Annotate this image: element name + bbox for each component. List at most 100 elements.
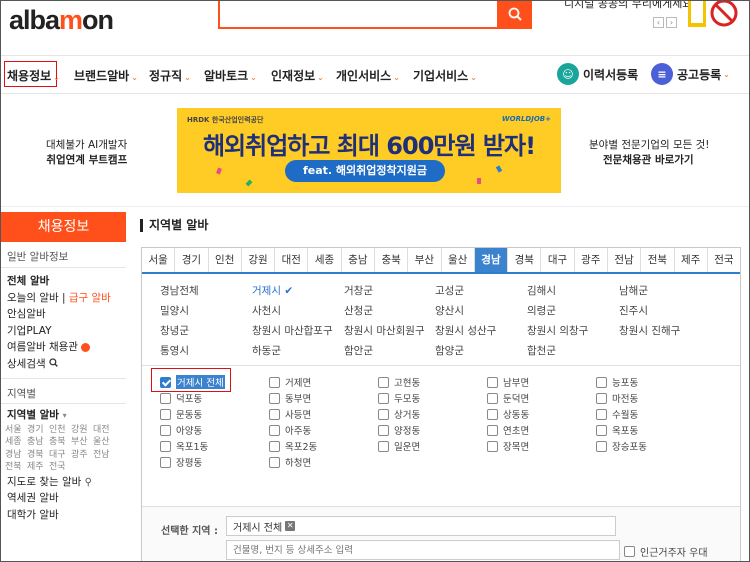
city-link[interactable]: 합천군: [527, 343, 556, 358]
checkbox[interactable]: [378, 392, 389, 404]
dong-checkbox[interactable]: 옥포2동: [269, 439, 317, 453]
city-link[interactable]: 산청군: [344, 303, 373, 318]
city-link-active[interactable]: 거제시 ✔: [252, 283, 293, 298]
sidebar-item-all[interactable]: 전체 알바: [1, 273, 126, 290]
dong-checkbox[interactable]: 장승포동: [596, 439, 647, 453]
sidebar-item-map[interactable]: 지도로 찾는 알바 ⚲: [1, 474, 126, 491]
albamon-logo[interactable]: albamon: [9, 5, 114, 36]
dong-checkbox[interactable]: 상동동: [487, 407, 529, 421]
city-link[interactable]: 진주시: [619, 303, 648, 318]
checkbox[interactable]: [624, 546, 635, 557]
checkbox[interactable]: [269, 376, 280, 388]
dong-checkbox[interactable]: 아양동: [160, 423, 202, 437]
dong-checkbox[interactable]: 연초면: [487, 423, 529, 437]
nav-item-fulltime[interactable]: 정규직 ⌄: [149, 67, 191, 84]
dong-checkbox[interactable]: 두모동: [378, 391, 420, 405]
sidebar-item-play[interactable]: 기업PLAY: [1, 323, 126, 340]
city-link[interactable]: 양산시: [435, 303, 464, 318]
region-link[interactable]: 전북: [5, 461, 27, 474]
city-link[interactable]: 창녕군: [160, 323, 189, 338]
tab-gwangju[interactable]: 광주: [574, 248, 608, 272]
resume-register-button[interactable]: ☺ 이력서등록: [557, 63, 638, 85]
city-link[interactable]: 창원시 의창구: [527, 323, 588, 338]
region-link[interactable]: 인천: [49, 424, 71, 437]
tab-seoul[interactable]: 서울: [142, 248, 176, 272]
region-link[interactable]: 경북: [27, 449, 49, 462]
sidebar-item-detail-search[interactable]: 상세검색: [1, 356, 126, 373]
checkbox[interactable]: [378, 376, 389, 388]
nav-item-talk[interactable]: 알바토크 ⌄: [204, 67, 257, 84]
sidebar-item-safe[interactable]: 안심알바: [1, 306, 126, 323]
banner-image[interactable]: HRDK 한국산업인력공단 WORLDJOB+ 해외취업하고 최대 600만원 …: [177, 108, 561, 193]
checkbox[interactable]: [160, 424, 171, 436]
promo-next-button[interactable]: ›: [666, 17, 677, 28]
city-link[interactable]: 사천시: [252, 303, 281, 318]
address-input[interactable]: [226, 540, 620, 560]
city-link[interactable]: 밀양시: [160, 303, 189, 318]
region-link[interactable]: 세종: [5, 436, 27, 449]
sidebar-item-region[interactable]: 지역별 알바 ▾: [1, 407, 126, 424]
city-link[interactable]: 창원시 성산구: [435, 323, 496, 338]
checkbox[interactable]: [487, 440, 498, 452]
tab-gyeongnam[interactable]: 경남: [474, 248, 509, 272]
post-register-button[interactable]: ≡ 공고등록 ⌄: [651, 63, 730, 85]
tab-gangwon[interactable]: 강원: [241, 248, 276, 272]
dong-checkbox[interactable]: 장목면: [487, 439, 529, 453]
dong-checkbox[interactable]: 능포동: [596, 375, 638, 389]
checkbox[interactable]: [269, 456, 280, 468]
dong-checkbox[interactable]: 둔덕면: [487, 391, 529, 405]
city-link[interactable]: 함양군: [435, 343, 464, 358]
nav-item-business[interactable]: 기업서비스 ⌄: [413, 67, 477, 84]
tab-gyeongbuk[interactable]: 경북: [508, 248, 542, 272]
city-link[interactable]: 거창군: [344, 283, 373, 298]
checkbox-checked[interactable]: [160, 376, 171, 388]
region-link[interactable]: 충북: [49, 436, 71, 449]
region-link[interactable]: 서울: [5, 424, 27, 437]
city-link[interactable]: 경남전체: [160, 283, 199, 298]
dong-checkbox[interactable]: 문동동: [160, 407, 202, 421]
checkbox[interactable]: [378, 440, 389, 452]
tab-daejeon[interactable]: 대전: [275, 248, 309, 272]
checkbox[interactable]: [596, 392, 607, 404]
region-link[interactable]: 제주: [27, 461, 49, 474]
dong-checkbox[interactable]: 동부면: [269, 391, 311, 405]
checkbox[interactable]: [596, 440, 607, 452]
region-link[interactable]: 경남: [5, 449, 27, 462]
region-link[interactable]: 광주: [71, 449, 93, 462]
dong-checkbox[interactable]: 양정동: [378, 423, 420, 437]
dong-checkbox[interactable]: 아주동: [269, 423, 311, 437]
city-link[interactable]: 함안군: [344, 343, 373, 358]
banner-right-link[interactable]: 분야별 전문기업의 모든 것! 전문채용관 바로가기: [589, 138, 709, 168]
checkbox[interactable]: [596, 408, 607, 420]
tab-jeonnam[interactable]: 전남: [607, 248, 642, 272]
region-link[interactable]: 강원: [71, 424, 93, 437]
promo-image[interactable]: [688, 0, 738, 31]
dong-checkbox[interactable]: 사등면: [269, 407, 311, 421]
nearby-checkbox-row[interactable]: 인근거주자 우대: [624, 544, 708, 559]
checkbox[interactable]: [487, 392, 498, 404]
checkbox[interactable]: [269, 424, 280, 436]
tab-gyeonggi[interactable]: 경기: [175, 248, 209, 272]
promo-prev-button[interactable]: ‹: [653, 17, 664, 28]
dong-checkbox[interactable]: 하청면: [269, 455, 311, 469]
dong-checkbox[interactable]: 마전동: [596, 391, 638, 405]
dong-checkbox[interactable]: 남부면: [487, 375, 529, 389]
checkbox[interactable]: [269, 408, 280, 420]
city-link[interactable]: 창원시 마산회원구: [344, 323, 425, 338]
dong-checkbox[interactable]: 옥포동: [596, 423, 638, 437]
checkbox[interactable]: [487, 424, 498, 436]
nav-item-talent[interactable]: 인재정보 ⌄: [271, 67, 324, 84]
checkbox[interactable]: [160, 408, 171, 420]
checkbox[interactable]: [269, 440, 280, 452]
nav-item-personal[interactable]: 개인서비스 ⌄: [336, 67, 400, 84]
city-link[interactable]: 고성군: [435, 283, 464, 298]
checkbox[interactable]: [378, 424, 389, 436]
checkbox[interactable]: [378, 408, 389, 420]
search-input[interactable]: [218, 1, 503, 29]
city-link[interactable]: 남해군: [619, 283, 648, 298]
checkbox[interactable]: [596, 424, 607, 436]
checkbox[interactable]: [160, 392, 171, 404]
region-link[interactable]: 충남: [27, 436, 49, 449]
checkbox[interactable]: [160, 456, 171, 468]
tab-daegu[interactable]: 대구: [541, 248, 575, 272]
